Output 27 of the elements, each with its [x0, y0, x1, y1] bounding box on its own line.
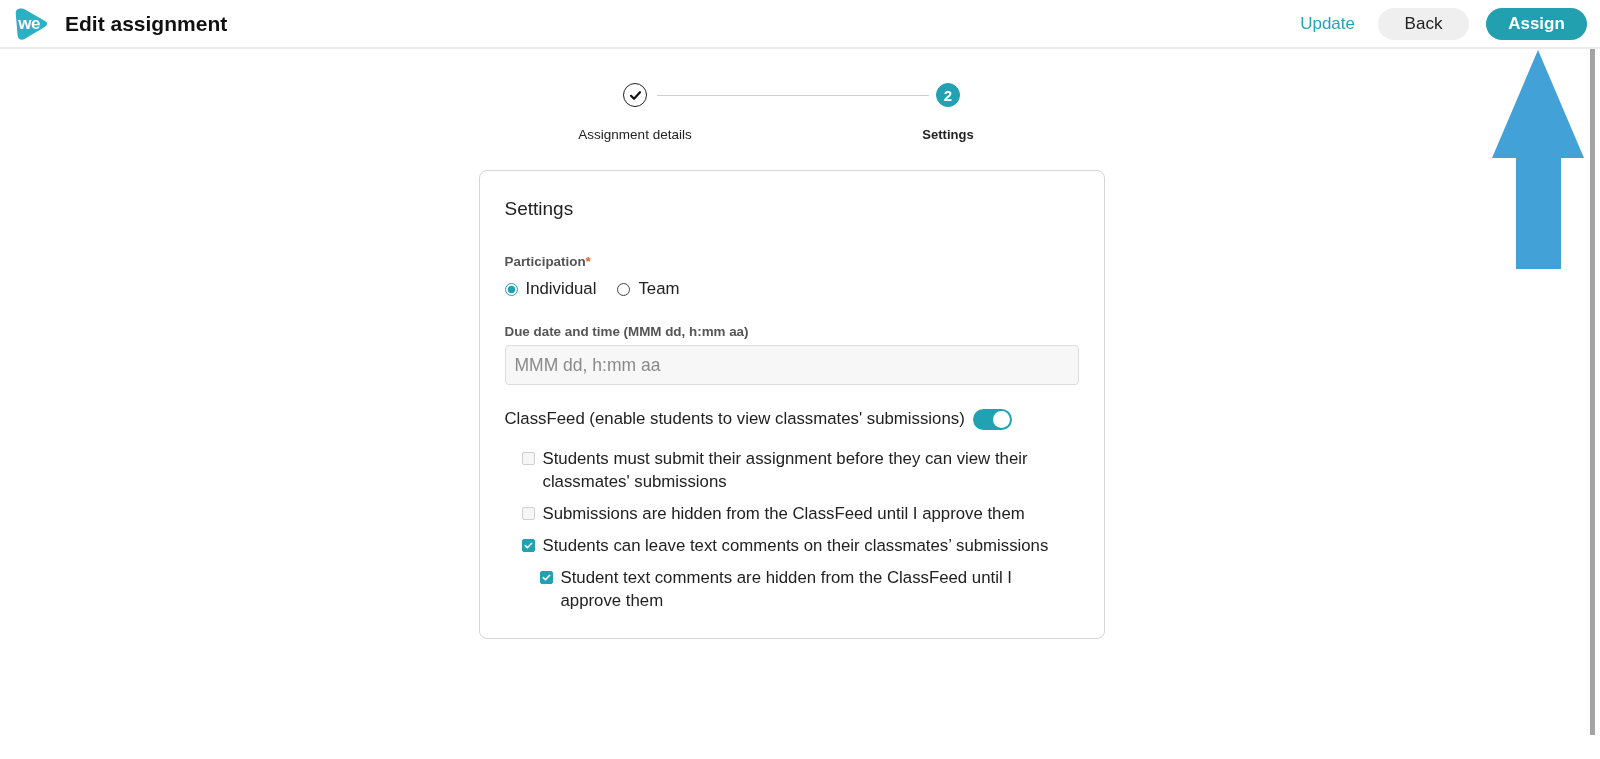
back-button[interactable]: Back: [1378, 7, 1469, 40]
step-number: 2: [936, 83, 960, 107]
radio-button[interactable]: [504, 282, 518, 296]
radio-label: Team: [638, 279, 680, 299]
checkbox[interactable]: [521, 539, 535, 552]
checkbox-label: Students must submit their assignment before they can view their classmates' submissions: [542, 448, 1029, 493]
field-label: Participation*: [504, 254, 591, 270]
date-input-field[interactable]: MMM dd, h:mm aa: [504, 345, 1079, 385]
checkbox[interactable]: [521, 507, 535, 520]
radio-label: Individual: [525, 279, 597, 299]
update-link[interactable]: Update: [1300, 13, 1355, 34]
step-label: Settings: [922, 127, 974, 143]
card-title: Settings: [504, 197, 574, 221]
app-logo: we: [14, 6, 48, 41]
checkbox[interactable]: [521, 452, 535, 465]
assign-button[interactable]: Assign: [1486, 7, 1587, 40]
field-label: Due date and time (MMM dd, h:mm aa): [504, 324, 749, 340]
step-label: Assignment details: [578, 127, 692, 143]
toggle-switch[interactable]: [972, 408, 1012, 430]
toggle-label: ClassFeed (enable students to view classmates' submissions): [504, 408, 965, 430]
checkbox-label: Submissions are hidden from the ClassFeed until I approve them: [542, 503, 1026, 525]
checkbox-label: Student text comments are hidden from the ClassFeed until I approve them: [560, 567, 1013, 612]
page-title: Edit assignment: [65, 11, 228, 36]
scrollbar[interactable]: [1590, 49, 1595, 735]
radio-button[interactable]: [617, 282, 631, 296]
checkbox[interactable]: [539, 571, 553, 584]
checkbox-label: Students can leave text comments on their classmates’ submissions: [542, 535, 1050, 557]
